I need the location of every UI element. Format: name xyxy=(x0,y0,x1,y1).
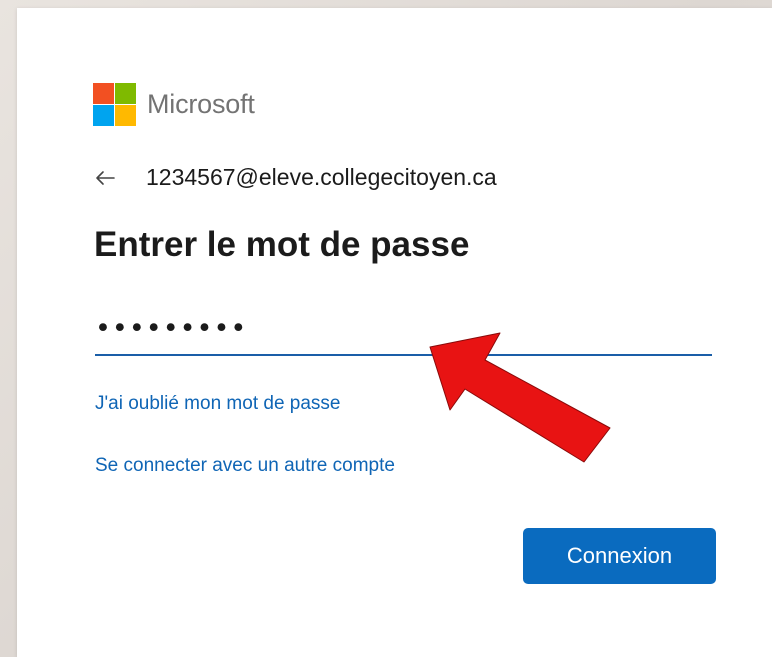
sign-in-button[interactable]: Connexion xyxy=(523,528,716,584)
other-account-link[interactable]: Se connecter avec un autre compte xyxy=(95,455,395,477)
identity-banner: 1234567@eleve.collegecitoyen.ca xyxy=(94,164,497,191)
logo-square-yellow xyxy=(115,105,136,126)
microsoft-logo: Microsoft xyxy=(93,83,255,126)
forgot-password-link[interactable]: J'ai oublié mon mot de passe xyxy=(95,393,341,415)
logo-square-blue xyxy=(93,105,114,126)
microsoft-logo-icon xyxy=(93,83,136,126)
page-title: Entrer le mot de passe xyxy=(94,225,470,264)
brand-name: Microsoft xyxy=(147,89,255,119)
password-field-container xyxy=(95,302,712,356)
account-email: 1234567@eleve.collegecitoyen.ca xyxy=(146,164,497,190)
password-input[interactable] xyxy=(95,302,712,354)
arrow-left-icon[interactable] xyxy=(94,167,116,189)
logo-square-red xyxy=(93,83,114,104)
logo-square-green xyxy=(115,83,136,104)
